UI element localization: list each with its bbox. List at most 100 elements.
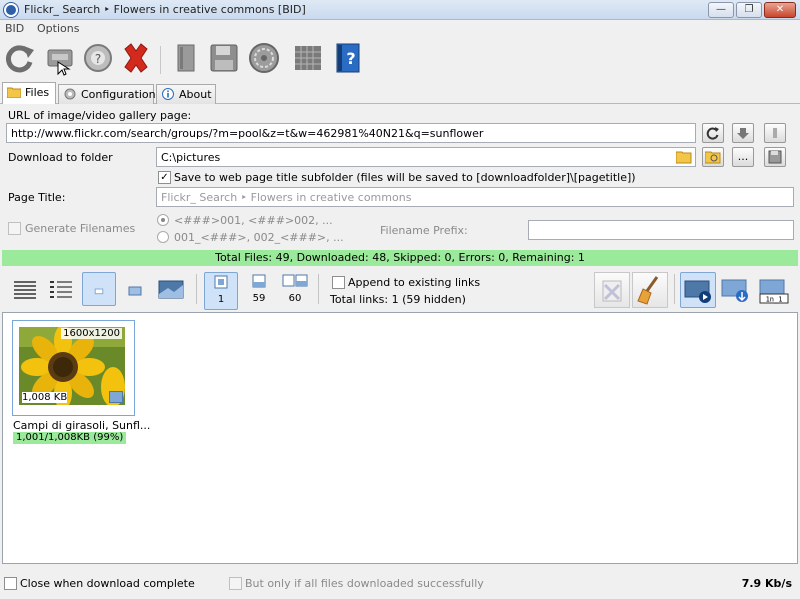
app-icon [4,3,18,17]
title-bar: Flickr_ Search ‣ Flowers in creative com… [0,0,800,20]
download-speed: 7.9 Kb/s [741,577,792,590]
clear-list-icon [602,280,622,302]
sunflower-thumbnail[interactable]: 1600x1200 1,008 KB [19,327,125,405]
help-icon[interactable]: ? [80,40,116,76]
thumbnail-card[interactable]: 1600x1200 1,008 KB [12,320,135,416]
filename-prefix-input[interactable] [528,220,794,240]
folder-open-icon[interactable] [676,150,692,164]
grid-icon[interactable] [290,40,326,76]
reload-url-button[interactable] [702,123,724,143]
menu-bar: BID Options [0,20,800,36]
menu-options[interactable]: Options [37,22,79,35]
append-links-checkbox[interactable] [332,276,345,289]
naming-radio-prefix[interactable] [157,231,169,243]
naming-radio-suffix[interactable] [157,214,169,226]
view-medium-thumbs-icon[interactable] [118,272,152,306]
rename-icon: 1n_1 [759,279,789,304]
refresh-icon[interactable] [2,40,38,76]
append-links-label: Append to existing links [348,276,481,289]
settings-icon[interactable] [246,40,282,76]
delete-icon[interactable] [118,40,154,76]
tab-configuration-label: Configuration [81,88,156,101]
image-size: 1,008 KB [22,392,68,403]
page-title-input[interactable]: Flickr_ Search ‣ Flowers in creative com… [156,187,794,207]
download-arrow-icon [721,279,748,302]
info-icon[interactable]: ? [330,40,366,76]
folder-icon [7,87,21,98]
folder-label: Download to folder [8,151,113,164]
svg-text:?: ? [346,49,355,68]
folder-input[interactable]: C:\pictures [156,147,696,167]
link-badge-icon [109,391,123,403]
filter-count-59-label: 59 [252,293,266,304]
book-icon[interactable] [168,40,204,76]
svg-text:?: ? [95,52,101,66]
close-button[interactable]: ✕ [764,2,796,18]
download-summary: Total Files: 49, Downloaded: 48, Skipped… [2,250,798,266]
view-separator [674,274,675,304]
download-all-button[interactable] [718,272,754,308]
maximize-button[interactable]: ❐ [736,2,762,18]
download-selected-button[interactable] [680,272,716,308]
main-toolbar: ? ? [0,38,800,82]
generate-filenames-checkbox[interactable] [8,222,21,235]
view-list-icon[interactable] [44,272,78,306]
save-folder-button[interactable] [764,147,786,167]
broom-button[interactable] [632,272,668,308]
tab-strip: Files Configuration About [0,82,800,105]
filter-count-1-label: 1 [217,294,225,305]
clear-url-button[interactable] [764,123,786,143]
fetch-button[interactable] [732,123,754,143]
clear-selected-button[interactable] [594,272,630,308]
thumb-small-icon [94,288,104,295]
tab-configuration[interactable]: Configuration [58,84,156,104]
close-when-done-label: Close when download complete [20,577,195,590]
view-separator [196,274,197,304]
refresh-icon [706,127,719,140]
tab-about-label: About [179,88,212,101]
tab-files[interactable]: Files [2,82,56,105]
view-small-thumbs-button[interactable] [82,272,116,306]
only-if-success-checkbox[interactable] [229,577,242,590]
view-large-thumbs-icon[interactable] [154,272,188,306]
bottom-bar: Close when download complete But only if… [0,573,800,593]
url-input[interactable]: http://www.flickr.com/search/groups/?m=p… [6,123,696,143]
thumbnail-caption: Campi di girasoli, Sunfl... [13,419,151,432]
save-icon[interactable] [206,40,242,76]
rename-button[interactable]: 1n_1 [756,272,792,308]
download-icon[interactable] [42,40,78,76]
info-circle-icon [162,88,174,100]
window-title: Flickr_ Search ‣ Flowers in creative com… [24,3,306,16]
naming-radio-suffix-label: <###>001, <###>002, ... [174,214,333,227]
view-details-icon[interactable] [8,272,42,306]
clear-icon [773,128,777,138]
subfolder-label: Save to web page title subfolder (files … [174,171,636,184]
image-set-icon [252,274,266,288]
close-when-done-checkbox[interactable] [4,577,17,590]
total-links-text: Total links: 1 (59 hidden) [330,293,466,306]
image-resolution: 1600x1200 [61,328,122,339]
arrow-down-icon [737,128,749,139]
play-download-icon [684,280,711,303]
generate-filenames-label: Generate Filenames [25,222,136,235]
files-panel: URL of image/video gallery page: http://… [0,104,800,244]
view-toolbar: 1 59 60 Append to existing links Total l… [0,268,800,312]
single-image-icon [214,275,228,289]
minimize-button[interactable]: — [708,2,734,18]
filter-count-60-label: 60 [288,293,302,304]
thumbnail-area: 1600x1200 1,008 KB Campi di girasoli, Su… [2,312,798,564]
open-folder-button[interactable] [702,147,724,167]
only-if-success-label: But only if all files downloaded success… [245,577,484,590]
tab-about[interactable]: About [156,84,216,104]
toolbar-separator [160,46,161,74]
save-icon [768,150,782,164]
tab-files-label: Files [25,86,50,99]
browse-folder-button[interactable]: ... [732,147,754,167]
svg-text:1n_1: 1n_1 [766,296,783,304]
naming-radio-prefix-label: 001_<###>, 002_<###>, ... [174,231,344,244]
filter-count-60-button[interactable]: 60 [278,272,312,310]
menu-bid[interactable]: BID [5,22,24,35]
filter-count-1-button[interactable]: 1 [204,272,238,310]
filter-count-59-button[interactable]: 59 [242,272,276,310]
subfolder-checkbox[interactable]: ✓ [158,171,171,184]
